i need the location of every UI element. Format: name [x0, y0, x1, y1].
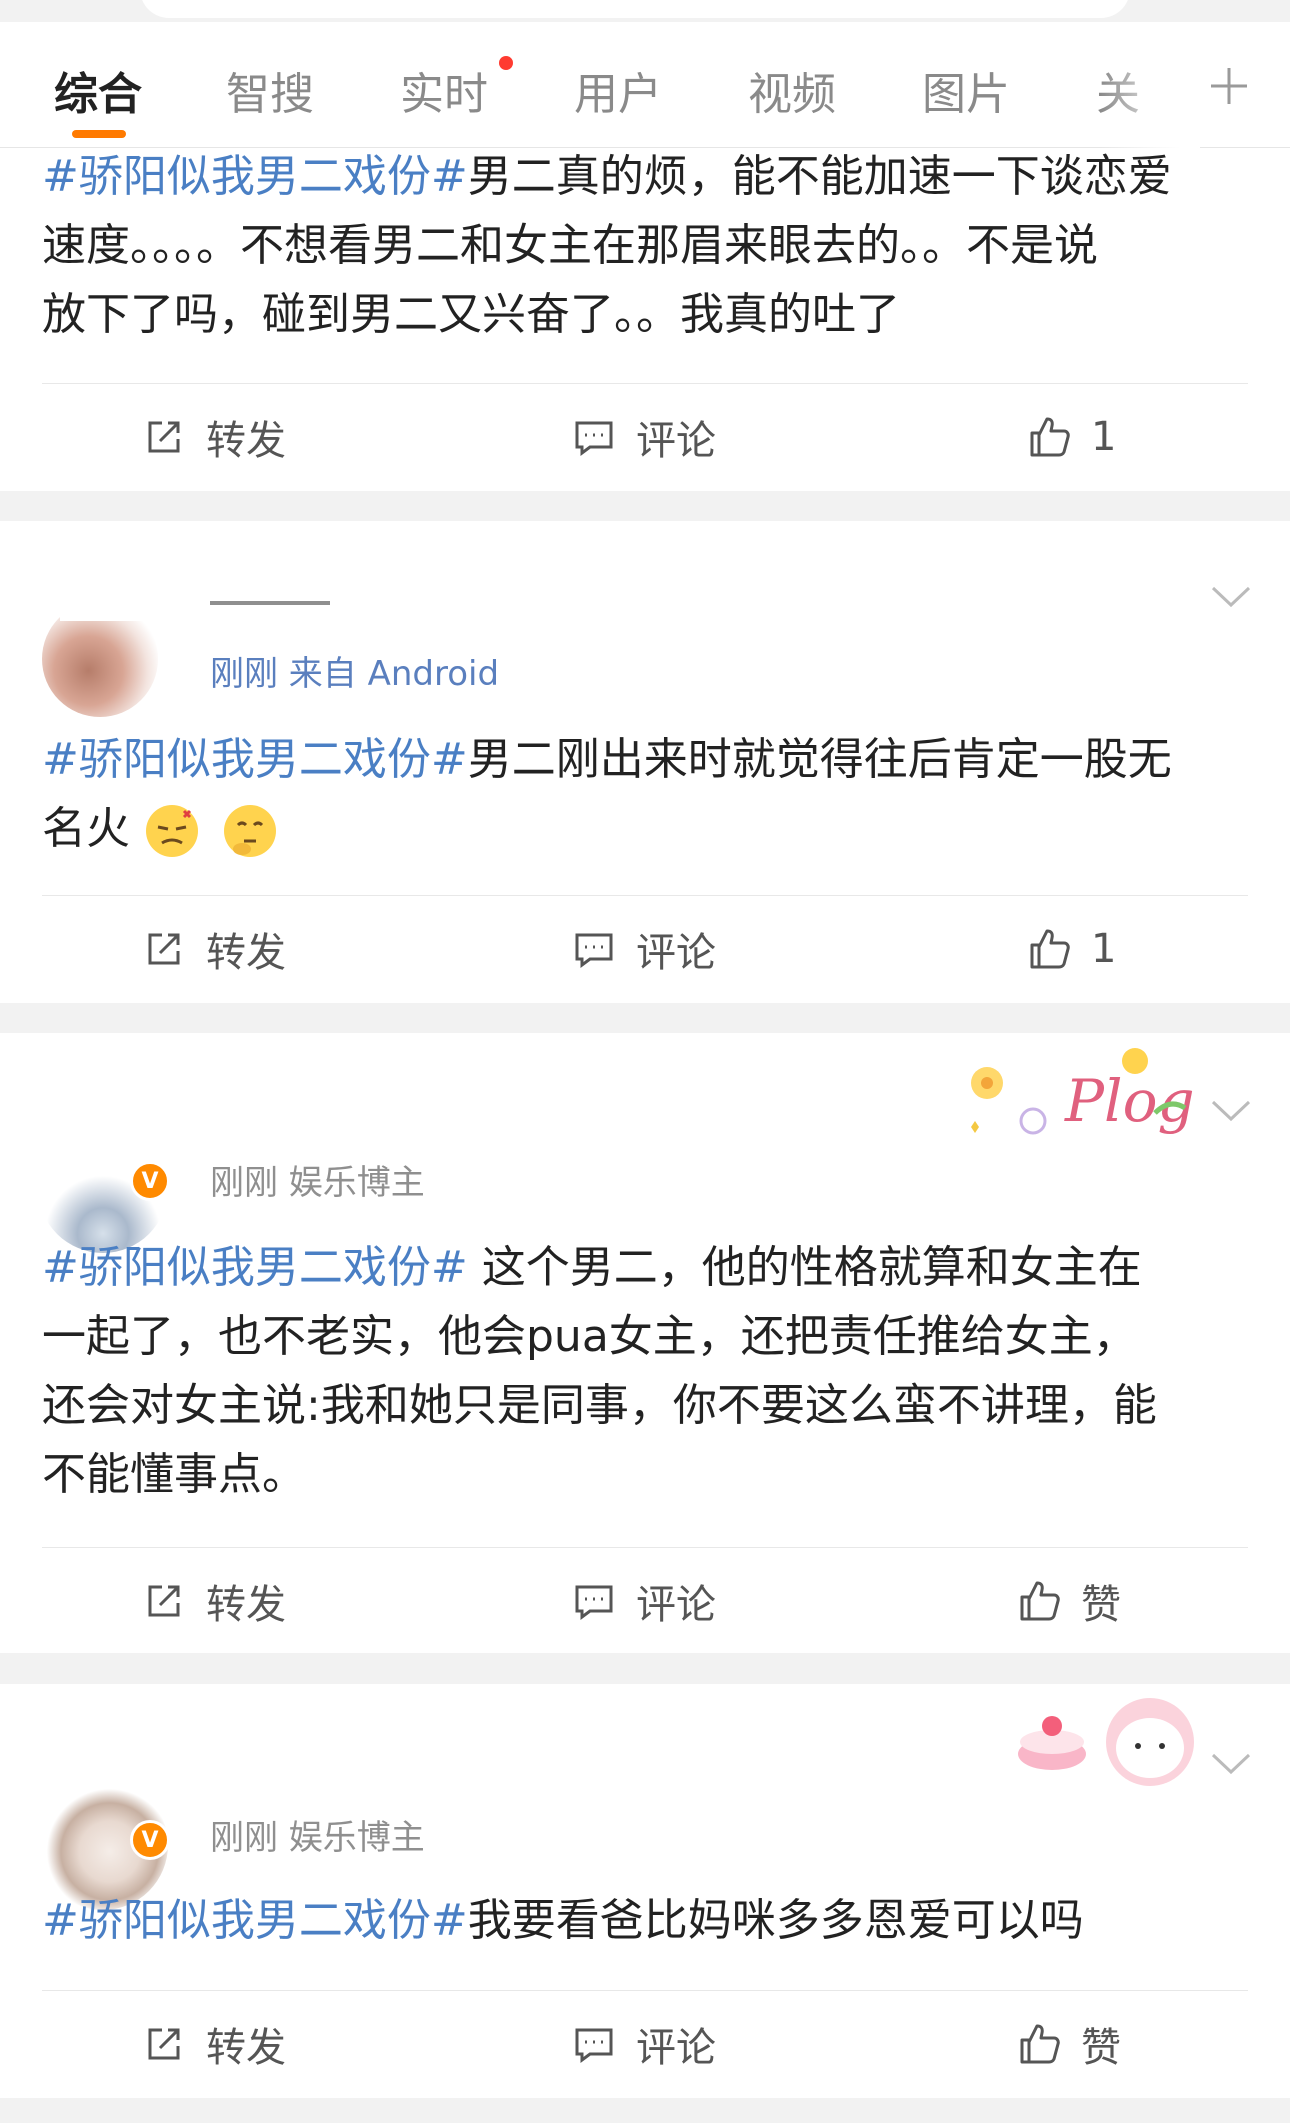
- like-label: 赞: [1081, 2025, 1121, 2071]
- comment-icon: [575, 2028, 613, 2063]
- post-line: 男二刚出来时就觉得往后肯定一股无: [467, 734, 1172, 785]
- post-text: #骄阳似我男二戏份#我要看爸比妈咪多多恩爱可以吗: [42, 1886, 1252, 1955]
- search-bar-remnant: [0, 0, 1290, 22]
- comment-icon: [575, 421, 613, 456]
- tab-images[interactable]: 图片: [922, 58, 1010, 122]
- comment-icon: [575, 933, 613, 968]
- dessert-sticker: [1018, 1698, 1194, 1786]
- post-text: #骄阳似我男二戏份# 这个男二，他的性格就算和女主在 一起了，也不老实，他会pu…: [42, 1233, 1252, 1509]
- tab-smart-search[interactable]: 智搜: [226, 58, 314, 122]
- topic-link[interactable]: #骄阳似我男二戏份#: [42, 734, 468, 785]
- post-line: 还会对女主说:我和她只是同事，你不要这么蛮不讲理，能: [42, 1380, 1157, 1431]
- username-blurred[interactable]: [210, 601, 330, 615]
- action-bar: 转发 评论 赞: [42, 1547, 1248, 1651]
- thinking-emoji-icon: [224, 805, 276, 857]
- plus-icon[interactable]: [1205, 62, 1253, 110]
- post-card-1: #骄阳似我男二戏份#男二真的烦，能不能加速一下谈恋爱 速度。。。。不想看男二和女…: [0, 148, 1290, 491]
- repost-button[interactable]: 转发: [142, 2019, 286, 2071]
- post-text: #骄阳似我男二戏份#男二真的烦，能不能加速一下谈恋爱 速度。。。。不想看男二和女…: [42, 142, 1252, 349]
- frustrated-emoji-icon: [146, 805, 198, 857]
- post-line: 名火: [42, 803, 130, 854]
- topic-link[interactable]: #骄阳似我男二戏份#: [42, 151, 468, 202]
- post-line: 不能懂事点。: [42, 1449, 306, 1500]
- chevron-down-icon[interactable]: [1210, 585, 1252, 609]
- repost-label: 转发: [206, 418, 286, 464]
- repost-icon: [148, 1585, 180, 1617]
- post-meta: 刚刚 来自 Android: [210, 654, 500, 694]
- search-tabs: 综合 智搜 实时 用户 视频 图片 关: [0, 22, 1290, 148]
- post-line: 放下了吗，碰到男二又兴奋了。。我真的吐了: [42, 289, 900, 340]
- like-button[interactable]: 1: [1027, 924, 1116, 974]
- repost-icon: [148, 933, 180, 965]
- post-card-2: 刚刚 来自 Android #骄阳似我男二戏份#男二刚出来时就觉得往后肯定一股无…: [0, 521, 1290, 1003]
- chevron-down-icon[interactable]: [1210, 1752, 1252, 1776]
- post-card-3: V 刚刚 娱乐博主 Plog #骄阳似我男二戏份# 这个男二，他的性格就算和女主…: [0, 1033, 1290, 1653]
- topic-link[interactable]: #骄阳似我男二戏份#: [42, 1242, 468, 1293]
- repost-label: 转发: [206, 1582, 286, 1628]
- tab-realtime[interactable]: 实时: [400, 58, 488, 122]
- repost-button[interactable]: 转发: [142, 412, 286, 464]
- comment-label: 评论: [636, 418, 716, 464]
- avatar-mask: [60, 581, 180, 621]
- action-bar: 转发 评论 赞: [42, 1990, 1248, 2094]
- action-bar: 转发 评论 1: [42, 383, 1248, 487]
- tab-video[interactable]: 视频: [748, 58, 836, 122]
- realtime-notification-dot: [499, 56, 513, 70]
- thumbs-up-icon: [1020, 1581, 1060, 1621]
- comment-button[interactable]: 评论: [572, 1576, 716, 1628]
- repost-icon: [148, 2028, 180, 2060]
- thumbs-up-icon: [1030, 417, 1070, 457]
- comment-label: 评论: [636, 1582, 716, 1628]
- chevron-down-icon[interactable]: [1210, 1099, 1252, 1123]
- repost-button[interactable]: 转发: [142, 924, 286, 976]
- post-line: 这个男二，他的性格就算和女主在: [467, 1242, 1142, 1293]
- comment-icon: [575, 1585, 613, 1620]
- comment-label: 评论: [636, 930, 716, 976]
- topic-link[interactable]: #骄阳似我男二戏份#: [42, 1895, 468, 1946]
- repost-icon: [148, 421, 180, 453]
- repost-button[interactable]: 转发: [142, 1576, 286, 1628]
- like-label: 赞: [1081, 1582, 1121, 1628]
- like-count: 1: [1091, 926, 1117, 972]
- post-meta: 刚刚 娱乐博主: [210, 1163, 425, 1203]
- like-count: 1: [1091, 414, 1117, 460]
- thumbs-up-icon: [1030, 929, 1070, 969]
- comment-button[interactable]: 评论: [572, 924, 716, 976]
- repost-label: 转发: [206, 2025, 286, 2071]
- like-button[interactable]: 赞: [1017, 2019, 1121, 2071]
- tab-users[interactable]: 用户: [574, 58, 662, 122]
- post-text: #骄阳似我男二戏份#男二刚出来时就觉得往后肯定一股无 名火: [42, 725, 1252, 863]
- verified-badge: V: [130, 1820, 170, 1860]
- thumbs-up-icon: [1020, 2024, 1060, 2064]
- comment-button[interactable]: 评论: [572, 2019, 716, 2071]
- like-button[interactable]: 1: [1027, 412, 1116, 462]
- repost-label: 转发: [206, 930, 286, 976]
- like-button[interactable]: 赞: [1017, 1576, 1121, 1628]
- verified-badge: V: [130, 1161, 170, 1201]
- plog-sticker: Plog: [971, 1048, 1195, 1135]
- plog-text: Plog: [1064, 1067, 1195, 1135]
- post-line: 速度。。。。不想看男二和女主在那眉来眼去的。。不是说: [42, 220, 1098, 271]
- tab-comprehensive[interactable]: 综合: [54, 58, 142, 122]
- comment-label: 评论: [636, 2025, 716, 2071]
- post-card-4: V 刚刚 娱乐博主 #骄阳似我男二戏份#我要看爸比妈咪多多恩爱可以吗 转发 评论…: [0, 1684, 1290, 2098]
- post-line: 一起了，也不老实，他会pua女主，还把责任推给女主，: [42, 1311, 1137, 1362]
- post-line: 我要看爸比妈咪多多恩爱可以吗: [467, 1895, 1084, 1946]
- post-meta: 刚刚 娱乐博主: [210, 1818, 425, 1858]
- post-line: 男二真的烦，能不能加速一下谈恋爱: [467, 151, 1172, 202]
- comment-button[interactable]: 评论: [572, 412, 716, 464]
- tab-fade: [1100, 22, 1200, 148]
- active-tab-indicator: [72, 130, 126, 138]
- action-bar: 转发 评论 1: [42, 895, 1248, 999]
- search-box-edge[interactable]: [140, 0, 1130, 18]
